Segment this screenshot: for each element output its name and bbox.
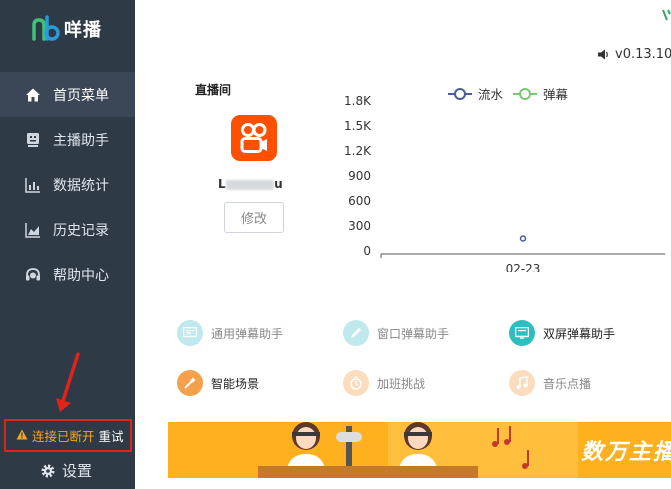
sidebar-item-label: 数据统计 <box>53 177 109 194</box>
username: Lu <box>218 177 283 191</box>
tool-smart-scene[interactable]: 智能场景 <box>177 370 259 396</box>
sidebar-nav: 首页菜单 主播助手 数据统计 历史记录 帮助中心 <box>0 72 135 297</box>
home-icon <box>25 87 41 103</box>
sidebar-item-help[interactable]: 帮助中心 <box>0 252 135 297</box>
settings-button[interactable]: 设置 <box>40 460 92 481</box>
app-name: 咩播 <box>64 20 102 41</box>
kuaishou-icon <box>231 115 277 161</box>
gear-icon <box>41 464 55 477</box>
live-room-title: 直播间 <box>195 83 232 97</box>
tool-label: 通用弹幕助手 <box>211 326 284 341</box>
sidebar-item-home[interactable]: 首页菜单 <box>0 72 135 117</box>
top-right-icon <box>661 8 671 26</box>
sidebar-item-label: 首页菜单 <box>53 87 109 104</box>
main-panel: v0.13.102 直播间 Lu 修改 0 300 600 900 1.2K 1.5K 1.… <box>135 34 671 489</box>
retry-button[interactable]: 重试 <box>99 426 124 445</box>
tool-overtime-challenge[interactable]: 加班挑战 <box>343 370 425 396</box>
y-tick-label: 1.5K <box>344 119 372 133</box>
tool-window-danmaku[interactable]: 窗口弹幕助手 <box>343 320 449 346</box>
edit-button[interactable]: 修改 <box>224 202 284 233</box>
username-suffix: u <box>274 177 284 191</box>
username-prefix: L <box>218 177 227 191</box>
sidebar-item-assistant[interactable]: 主播助手 <box>0 117 135 162</box>
bar-chart-icon <box>25 177 41 193</box>
version-label: v0.13.102 <box>597 47 671 62</box>
y-tick-label: 1.2K <box>344 144 372 158</box>
app-logo: 咩播 <box>30 14 102 44</box>
top-bar <box>135 0 671 34</box>
connection-status: 连接已断开 重试 <box>4 419 132 452</box>
y-tick-label: 300 <box>348 219 371 233</box>
legend-marker <box>519 88 531 100</box>
sidebar-item-statistics[interactable]: 数据统计 <box>0 162 135 207</box>
revenue-chart: 0 300 600 900 1.2K 1.5K 1.8K 02-23 流水 弹幕 <box>344 87 665 272</box>
annotation-arrow <box>56 352 80 412</box>
sidebar-item-label: 帮助中心 <box>53 267 109 284</box>
sidebar-item-label: 历史记录 <box>53 222 109 239</box>
y-tick-label: 600 <box>348 194 371 208</box>
timer-icon <box>343 370 369 396</box>
version-text: v0.13.102 <box>615 47 671 62</box>
tool-label: 双屏弹幕助手 <box>543 326 616 341</box>
x-tick-label: 02-23 <box>506 262 541 272</box>
chat-icon <box>177 320 203 346</box>
magic-wand-icon <box>177 370 203 396</box>
legend-label: 弹幕 <box>543 87 569 102</box>
tool-label: 加班挑战 <box>377 376 426 391</box>
area-chart-icon <box>25 222 41 238</box>
tool-label: 窗口弹幕助手 <box>377 326 450 341</box>
assistant-icon <box>25 132 41 148</box>
tool-music-request[interactable]: 音乐点播 <box>509 370 591 396</box>
promo-banner[interactable]: 数万主播 <box>168 422 671 478</box>
speaker-icon <box>598 49 608 60</box>
warning-icon <box>16 428 28 443</box>
data-point <box>519 235 527 242</box>
y-tick-label: 900 <box>348 169 371 183</box>
legend-marker <box>454 88 466 100</box>
tool-label: 音乐点播 <box>543 376 592 391</box>
pen-icon <box>343 320 369 346</box>
connection-status-text: 连接已断开 <box>32 429 95 444</box>
sidebar: 咩播 首页菜单 主播助手 数据统计 历史记录 帮助中心 连接已断开 重试 设置 <box>0 0 135 489</box>
username-redacted <box>226 179 275 190</box>
settings-label: 设置 <box>62 462 93 480</box>
tool-general-danmaku[interactable]: 通用弹幕助手 <box>177 320 283 346</box>
music-icon <box>509 370 535 396</box>
tool-dual-screen-danmaku[interactable]: 双屏弹幕助手 <box>509 320 615 346</box>
dual-screen-icon <box>509 320 535 346</box>
y-tick-label: 0 <box>363 244 371 258</box>
headset-icon <box>25 267 41 283</box>
banner-text: 数万主播 <box>580 440 671 465</box>
logo-icon <box>30 15 60 43</box>
legend-label: 流水 <box>478 87 504 102</box>
sidebar-item-label: 主播助手 <box>53 132 109 149</box>
y-tick-label: 1.8K <box>344 94 372 108</box>
tool-label: 智能场景 <box>211 376 260 391</box>
sidebar-item-history[interactable]: 历史记录 <box>0 207 135 252</box>
